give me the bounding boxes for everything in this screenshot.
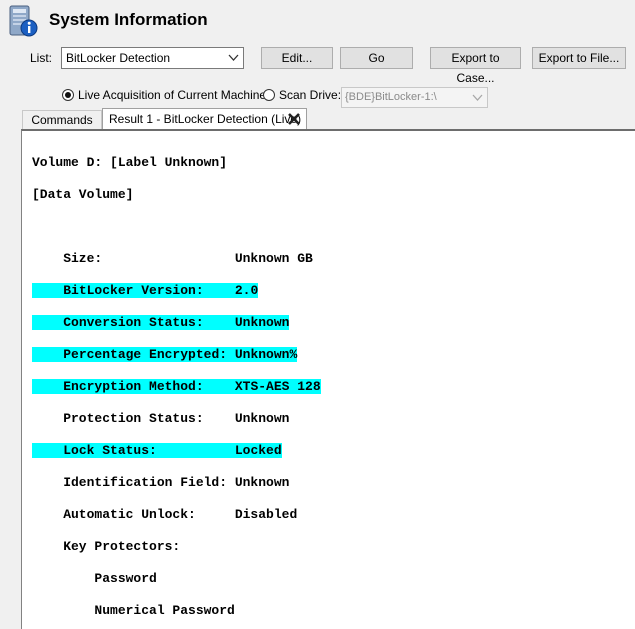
list-select-value: BitLocker Detection [66,51,171,65]
live-acquisition-radio[interactable] [62,89,74,101]
tab-commands[interactable]: Commands [22,110,102,130]
property-row: Protection Status: Unknown [32,411,290,426]
key-protector-item: Numerical Password [32,603,235,618]
result-panel[interactable]: Volume D: [Label Unknown] [Data Volume] S… [21,129,635,629]
export-to-file-button[interactable]: Export to File... [532,47,626,69]
property-text: Lock Status: Locked [63,443,282,458]
property-row: BitLocker Version: 2.0 [32,283,259,299]
list-label: List: [30,51,53,65]
chevron-down-icon [228,54,239,61]
go-button[interactable]: Go [340,47,413,69]
indent [32,379,64,394]
property-row: Size: Unknown GB [32,251,313,266]
property-row: Lock Status: Locked [32,443,282,459]
key-protector-item: Password [32,571,157,586]
scan-drive-select: {BDE}BitLocker-1:\ [341,87,488,108]
close-icon[interactable] [286,111,302,127]
key-protectors-label: Key Protectors: [32,539,181,554]
page-title: System Information [49,10,208,29]
indent [32,283,64,298]
property-row: Encryption Method: XTS-AES 128 [32,379,321,395]
export-to-case-button[interactable]: Export to Case... [430,47,521,85]
chevron-down-icon [472,94,483,101]
property-row: Automatic Unlock: Disabled [32,507,298,522]
server-info-icon [8,5,38,37]
volume-type: [Data Volume] [32,187,134,202]
indent [32,347,64,362]
volume-heading: Volume D: [Label Unknown] [32,155,228,170]
property-text: Percentage Encrypted: Unknown% [63,347,298,362]
property-text: Conversion Status: Unknown [63,315,290,330]
property-row: Conversion Status: Unknown [32,315,290,331]
tab-result[interactable]: Result 1 - BitLocker Detection (Live) [102,108,307,130]
scan-drive-label[interactable]: Scan Drive: [279,88,341,102]
list-select[interactable]: BitLocker Detection [61,47,244,69]
property-text: Encryption Method: XTS-AES 128 [63,379,321,394]
edit-button[interactable]: Edit... [261,47,333,69]
live-acquisition-label[interactable]: Live Acquisition of Current Machine [78,88,266,102]
property-row: Identification Field: Unknown [32,475,290,490]
indent [32,443,64,458]
scan-drive-radio[interactable] [263,89,275,101]
indent [32,315,64,330]
scan-drive-value: {BDE}BitLocker-1:\ [345,91,437,103]
property-row: Percentage Encrypted: Unknown% [32,347,298,363]
property-text: BitLocker Version: 2.0 [63,283,259,298]
tab-result-label: Result 1 - BitLocker Detection (Live) [109,112,302,126]
